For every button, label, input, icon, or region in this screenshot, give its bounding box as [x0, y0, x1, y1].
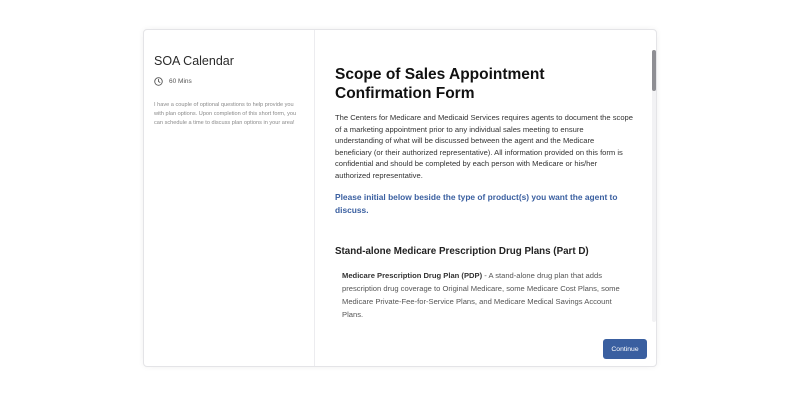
form-scroll-area[interactable]: Scope of Sales Appointment Confirmation …: [323, 50, 643, 322]
scrollbar-thumb[interactable]: [652, 50, 656, 91]
form-instruction: Please initial below beside the type of …: [335, 191, 618, 216]
duration-row: 60 Mins: [154, 77, 304, 86]
plan-name-pdp: Medicare Prescription Drug Plan (PDP): [342, 271, 483, 281]
sidebar: SOA Calendar 60 Mins I have a couple of …: [144, 30, 315, 366]
clock-icon: [154, 77, 163, 86]
soa-calendar-card: SOA Calendar 60 Mins I have a couple of …: [143, 29, 657, 367]
form-title: Scope of Sales Appointment Confirmation …: [335, 66, 545, 102]
sidebar-description: I have a couple of optional questions to…: [154, 102, 297, 127]
section-heading-part-d: Stand-alone Medicare Prescription Drug P…: [335, 246, 589, 258]
form-content: Scope of Sales Appointment Confirmation …: [323, 50, 643, 321]
sidebar-title: SOA Calendar: [154, 54, 234, 68]
form-intro: The Centers for Medicare and Medicaid Se…: [335, 113, 633, 180]
duration-label: 60 Mins: [169, 78, 192, 85]
continue-button[interactable]: Continue: [603, 339, 647, 359]
scrollbar[interactable]: [652, 50, 656, 322]
plan-description-pdp: Medicare Prescription Drug Plan (PDP) - …: [342, 269, 633, 321]
